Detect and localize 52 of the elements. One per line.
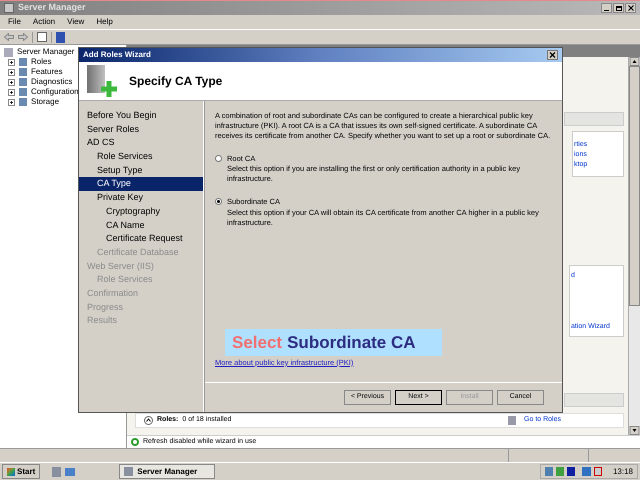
wizard-step: CA Name [79, 218, 203, 232]
wizard-step: Confirmation [79, 286, 203, 301]
tree-item[interactable]: Roles [31, 56, 52, 68]
wizard-step: Private Key [79, 191, 203, 205]
taskbar-button[interactable]: Server Manager [119, 464, 216, 479]
expand-icon[interactable] [8, 98, 15, 106]
caption-highlight: Select [232, 332, 282, 354]
wizard-step: Role Services [79, 150, 203, 164]
expand-icon[interactable] [8, 58, 15, 66]
close-icon[interactable] [625, 3, 636, 13]
wizard-step: Certificate Database [79, 246, 203, 260]
radio-button[interactable] [215, 198, 222, 206]
wizard-step: Progress [79, 300, 203, 314]
console-tree-icon [37, 32, 47, 42]
wizard-step: Server Roles [79, 122, 203, 136]
scroll-up-icon[interactable] [629, 57, 640, 66]
wizard-step: Certificate Request [79, 232, 203, 246]
menu-item[interactable]: View [67, 16, 84, 28]
wizard-step: Setup Type [79, 164, 203, 178]
scroll-thumb[interactable] [629, 66, 640, 306]
wizard-step: Web Server (IIS) [79, 260, 203, 274]
window-title: Server Manager [18, 1, 86, 14]
expand-icon[interactable] [8, 68, 15, 76]
close-icon[interactable] [547, 50, 558, 60]
tree-item[interactable]: Configuration [31, 86, 79, 98]
clock: 13:18 [612, 466, 633, 478]
scroll-down-icon[interactable] [629, 426, 640, 435]
tree-item[interactable]: Features [31, 66, 63, 78]
start-button[interactable]: Start [2, 464, 40, 479]
refresh-icon [131, 438, 139, 446]
tree-item[interactable]: Storage [31, 96, 60, 108]
caption-text: Subordinate CA [287, 332, 416, 354]
tree-root[interactable]: Server Manager [17, 46, 74, 58]
tree-item[interactable]: Diagnostics [31, 76, 72, 88]
expand-icon[interactable] [8, 88, 15, 96]
wizard-step: AD CS [79, 136, 203, 150]
menu-item[interactable]: File [8, 16, 21, 28]
maximize-icon[interactable] [613, 3, 624, 13]
wizard-title: Add Roles Wizard [83, 49, 151, 61]
menu-item[interactable]: Help [96, 16, 113, 28]
minimize-icon[interactable] [601, 3, 612, 13]
expand-icon[interactable] [8, 78, 15, 86]
menu-item[interactable]: Action [32, 16, 56, 28]
radio-button[interactable] [215, 155, 222, 162]
wizard-step: Cryptography [79, 204, 203, 218]
wizard-step: Before You Begin [79, 109, 203, 123]
collapse-icon[interactable] [144, 416, 153, 425]
wizard-heading: Specify CA Type [129, 73, 222, 90]
wizard-step: CA Type [79, 177, 203, 192]
wizard-step: Results [79, 314, 203, 328]
wizard-step: Role Services [79, 273, 203, 287]
server-add-icon [87, 65, 117, 97]
